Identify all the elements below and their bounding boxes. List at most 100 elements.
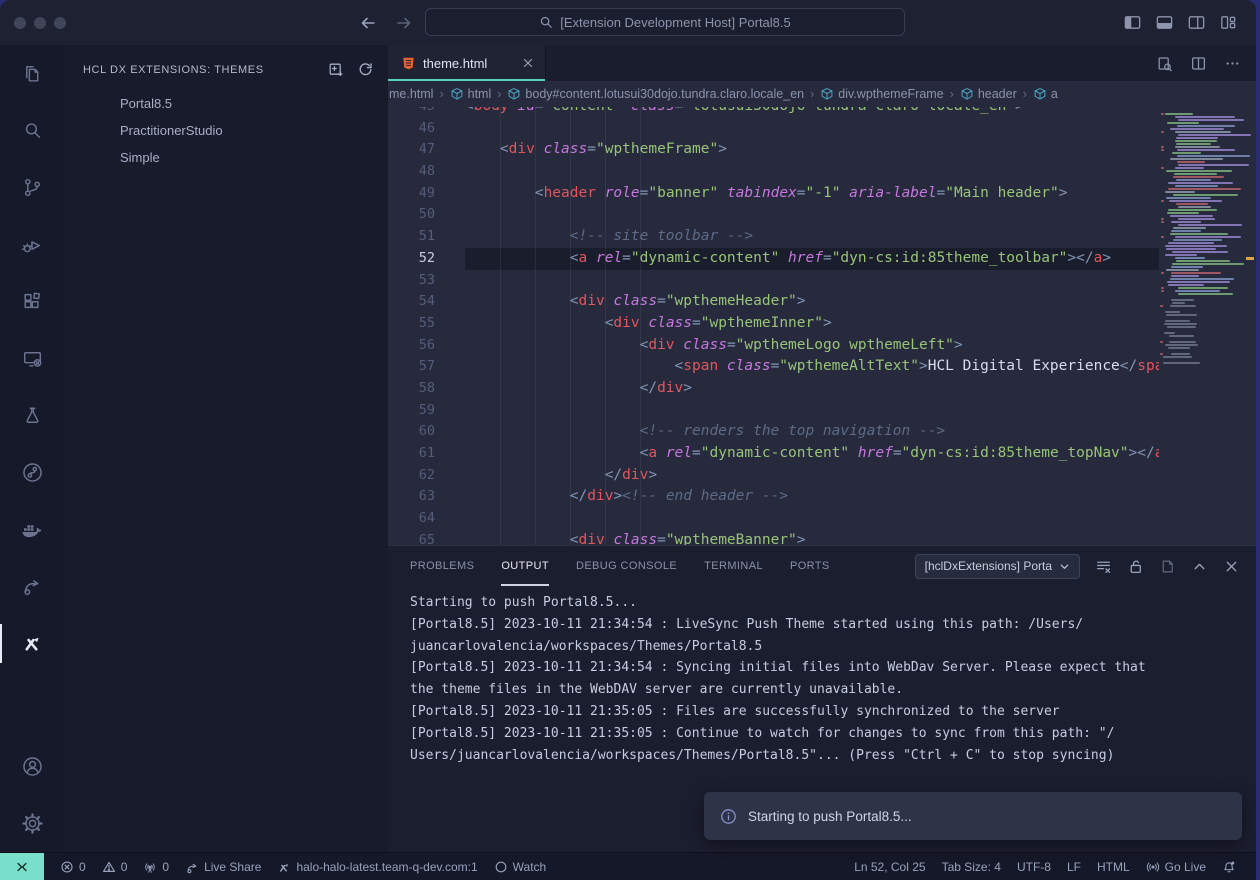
activity-commit-graph[interactable] (0, 444, 64, 501)
panel-tab-output[interactable]: OUTPUT (501, 546, 549, 586)
sidebar-item-PractitionerStudio[interactable]: PractitionerStudio (64, 117, 388, 144)
tab-bar: theme.html (388, 45, 1256, 81)
code-line-53[interactable]: 53 (388, 270, 1159, 292)
toggle-secondary-sidebar-icon[interactable] (1187, 13, 1206, 32)
activity-accounts[interactable] (0, 738, 64, 795)
code-line-49[interactable]: 49 <header role="banner" tabindex="-1" a… (388, 183, 1159, 205)
code-line-50[interactable]: 50 (388, 204, 1159, 226)
code-line-58[interactable]: 58 </div> (388, 378, 1159, 400)
status-item-0[interactable]: 0 (94, 853, 136, 880)
breadcrumb-item[interactable]: body#content.lotusui30dojo.tundra.claro.… (507, 87, 804, 101)
info-icon (720, 808, 737, 825)
import-theme-icon[interactable] (327, 61, 344, 78)
breadcrumb-item[interactable]: me.html (389, 87, 433, 101)
activity-run-debug[interactable] (0, 216, 64, 273)
status-item-ln-52-col-25[interactable]: Ln 52, Col 25 (846, 853, 933, 880)
close-window-button[interactable] (14, 17, 26, 29)
code-line-62[interactable]: 62 </div> (388, 465, 1159, 487)
code-line-47[interactable]: 47 <div class="wpthemeFrame"> (388, 139, 1159, 161)
zoom-window-button[interactable] (54, 17, 66, 29)
breadcrumb-item[interactable]: a (1033, 87, 1058, 101)
code-line-59[interactable]: 59 (388, 400, 1159, 422)
panel-tab-ports[interactable]: PORTS (790, 546, 830, 586)
code-line-51[interactable]: 51 <!-- site toolbar --> (388, 226, 1159, 248)
activity-source-control[interactable] (0, 159, 64, 216)
split-editor-icon[interactable] (1190, 55, 1207, 72)
refresh-icon[interactable] (357, 61, 374, 78)
status-item-bell-dot-icon[interactable] (1214, 853, 1244, 880)
activity-remote-explorer[interactable] (0, 330, 64, 387)
overview-ruler[interactable] (1244, 107, 1256, 545)
status-item-tab-size-4[interactable]: Tab Size: 4 (934, 853, 1009, 880)
status-item-utf-8[interactable]: UTF-8 (1009, 853, 1059, 880)
docker-icon (19, 517, 45, 543)
activity-settings[interactable] (0, 795, 64, 852)
activity-hcl-dx[interactable] (0, 615, 64, 672)
code-line-63[interactable]: 63 </div><!-- end header --> (388, 486, 1159, 508)
forward-icon[interactable] (394, 13, 414, 33)
output-log[interactable]: Starting to push Portal8.5...[Portal8.5]… (388, 586, 1256, 766)
close-tab-icon[interactable] (521, 56, 535, 70)
activity-search[interactable] (0, 102, 64, 159)
status-item-go-live[interactable]: Go Live (1138, 853, 1214, 880)
maximize-panel-icon[interactable] (1191, 558, 1208, 575)
command-center[interactable]: [Extension Development Host] Portal8.5 (425, 8, 905, 36)
close-panel-icon[interactable] (1223, 558, 1240, 575)
panel-tab-debug-console[interactable]: DEBUG CONSOLE (576, 546, 677, 586)
activity-docker[interactable] (0, 501, 64, 558)
code-line-64[interactable]: 64 (388, 508, 1159, 530)
status-item-0[interactable]: 0 (135, 853, 177, 880)
breadcrumb-item[interactable]: div.wpthemeFrame (820, 87, 943, 101)
minimize-window-button[interactable] (34, 17, 46, 29)
code-line-60[interactable]: 60 <!-- renders the top navigation --> (388, 421, 1159, 443)
breadcrumb-item[interactable]: header (960, 87, 1017, 101)
output-line: the theme files in the WebDAV server are… (410, 679, 1256, 701)
lock-scroll-icon[interactable] (1127, 558, 1144, 575)
code-line-48[interactable]: 48 (388, 161, 1159, 183)
layout-controls (1123, 0, 1238, 45)
open-preview-icon[interactable] (1156, 55, 1173, 72)
panel-tab-problems[interactable]: PROBLEMS (410, 546, 474, 586)
activity-explorer[interactable] (0, 45, 64, 102)
code-line-45[interactable]: 45<body id="content" class="lotusui30doj… (388, 107, 1159, 118)
tab-theme-html[interactable]: theme.html (388, 45, 546, 81)
code-editor[interactable]: 45<body id="content" class="lotusui30doj… (388, 107, 1256, 545)
activity-extensions[interactable] (0, 273, 64, 330)
code-lines: 45<body id="content" class="lotusui30doj… (388, 107, 1159, 545)
command-center-text: [Extension Development Host] Portal8.5 (560, 15, 791, 30)
customize-layout-icon[interactable] (1219, 13, 1238, 32)
status-item-live-share[interactable]: Live Share (177, 853, 269, 880)
code-line-52[interactable]: 52 <a rel="dynamic-content" href="dyn-cs… (388, 248, 1159, 270)
status-item-lf[interactable]: LF (1059, 853, 1089, 880)
activity-testing[interactable] (0, 387, 64, 444)
activity-live-share[interactable] (0, 558, 64, 615)
output-channel-select[interactable]: [hclDxExtensions] Porta (915, 554, 1080, 579)
notification-toast[interactable]: Starting to push Portal8.5... (704, 792, 1242, 840)
gear-icon (20, 811, 45, 836)
toggle-panel-icon[interactable] (1155, 13, 1174, 32)
sidebar-item-Portal8.5[interactable]: Portal8.5 (64, 90, 388, 117)
open-output-in-editor-icon[interactable] (1159, 558, 1176, 575)
output-line: [Portal8.5] 2023-10-11 21:34:54 : LiveSy… (410, 614, 1256, 636)
back-icon[interactable] (358, 13, 378, 33)
clear-output-icon[interactable] (1095, 558, 1112, 575)
code-line-55[interactable]: 55 <div class="wpthemeInner"> (388, 313, 1159, 335)
panel-tab-terminal[interactable]: TERMINAL (704, 546, 763, 586)
minimap[interactable] (1159, 111, 1244, 369)
code-line-54[interactable]: 54 <div class="wpthemeHeader"> (388, 291, 1159, 313)
live-share-icon (185, 860, 199, 874)
code-line-57[interactable]: 57 <span class="wpthemeAltText">HCL Digi… (388, 356, 1159, 378)
code-line-56[interactable]: 56 <div class="wpthemeLogo wpthemeLeft"> (388, 335, 1159, 357)
toggle-sidebar-icon[interactable] (1123, 13, 1142, 32)
status-item-halo-halo-latest-team-q-dev-com-1[interactable]: halo-halo-latest.team-q-dev.com:1 (269, 853, 485, 880)
code-line-65[interactable]: 65 <div class="wpthemeBanner"> (388, 530, 1159, 545)
code-line-61[interactable]: 61 <a rel="dynamic-content" href="dyn-cs… (388, 443, 1159, 465)
status-item-watch[interactable]: Watch (486, 853, 555, 880)
more-actions-icon[interactable] (1224, 55, 1241, 72)
remote-indicator[interactable] (0, 853, 44, 880)
breadcrumb-item[interactable]: html (450, 87, 492, 101)
sidebar-item-Simple[interactable]: Simple (64, 144, 388, 171)
status-item-0[interactable]: 0 (52, 853, 94, 880)
code-line-46[interactable]: 46 (388, 118, 1159, 140)
status-item-html[interactable]: HTML (1089, 853, 1138, 880)
